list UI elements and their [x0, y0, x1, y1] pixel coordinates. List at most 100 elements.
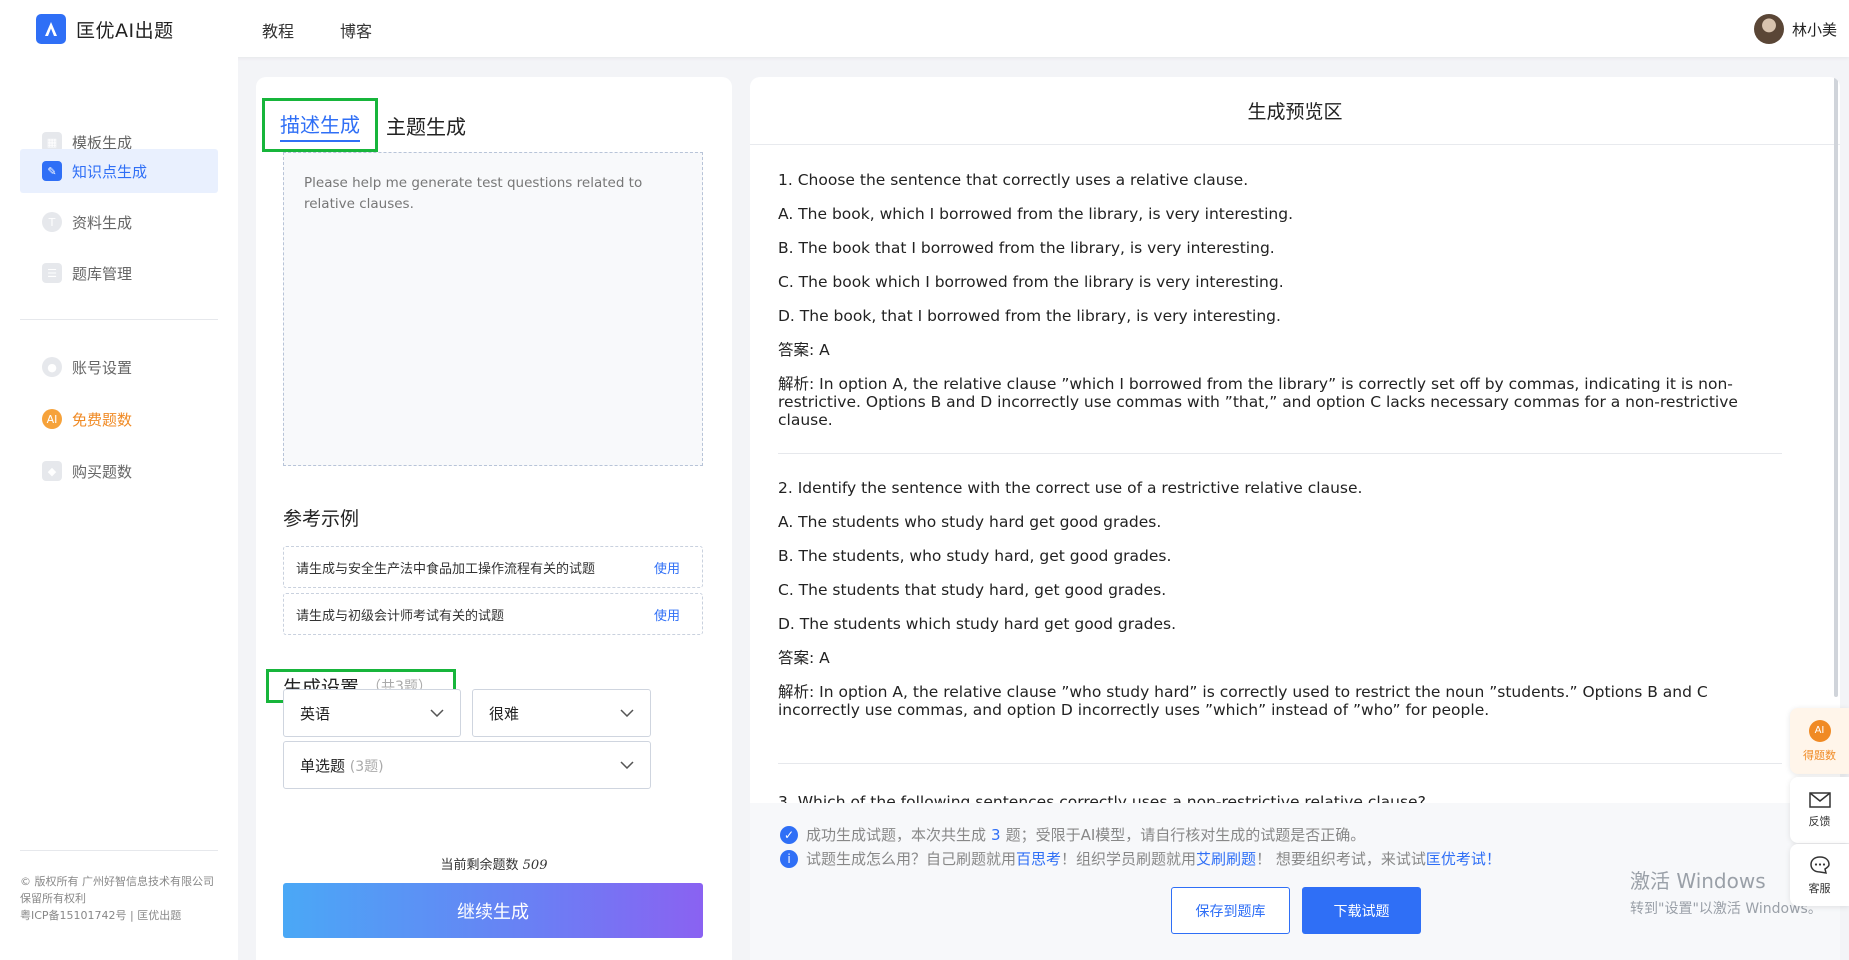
example-item: 请生成与安全生产法中食品加工操作流程有关的试题 使用 — [283, 546, 703, 588]
user-icon: ● — [42, 357, 62, 377]
mode-tabs: 描述生成 主题生成 — [262, 98, 466, 152]
question-option: A. The students who study hard get good … — [778, 513, 1162, 531]
sidebar-item-label: 知识点生成 — [72, 162, 148, 181]
question-explanation: 解析: In option A, the relative clause ”wh… — [778, 375, 1738, 429]
difficulty-value: 很难 — [489, 704, 520, 723]
question-stem: 2. Identify the sentence with the correc… — [778, 479, 1363, 497]
sidebar-item-bank[interactable]: ☰ 题库管理 — [20, 251, 218, 295]
success-text: 题；受限于AI模型，请自行核对生成的试题是否正确。 — [1005, 826, 1366, 844]
user-menu[interactable]: 林小美 — [1753, 14, 1837, 44]
continue-generate-button[interactable]: 继续生成 — [283, 883, 703, 938]
copyright-line: © 版权所有 广州好智信息技术有限公司 — [20, 875, 214, 888]
question-answer: 答案: A — [778, 341, 830, 359]
preview-panel: 生成预览区 1. Choose the sentence that correc… — [750, 77, 1840, 960]
check-circle-icon: ✓ — [780, 825, 798, 844]
ai-count-button[interactable]: AI 得题数 — [1790, 708, 1849, 774]
info-text: 试题生成怎么用？自己刷题就用 — [806, 850, 1017, 868]
kuangyou-exam-link[interactable]: 匡优考试 — [1426, 848, 1486, 869]
chat-icon — [1809, 855, 1830, 874]
copyright-line: 保留所有权利 — [20, 892, 86, 905]
example-text: 请生成与安全生产法中食品加工操作流程有关的试题 — [296, 561, 596, 577]
info-text: ！组织学员刷题就用 — [1061, 850, 1197, 868]
remaining-value: 509 — [522, 858, 548, 873]
sidebar-item-label: 账号设置 — [72, 358, 133, 377]
preview-scrollbar[interactable] — [1834, 77, 1838, 697]
sidebar-item-buy[interactable]: ◆ 购买题数 — [20, 449, 218, 493]
brand-name: 匡优AI出题 — [76, 19, 174, 42]
question-divider — [778, 763, 1782, 764]
use-example-button[interactable]: 使用 — [654, 558, 680, 577]
question-option: C. The book which I borrowed from the li… — [778, 273, 1284, 291]
save-to-bank-button[interactable]: 保存到题库 — [1171, 887, 1290, 934]
mail-icon — [1808, 791, 1831, 808]
top-bar: 匡优AI出题 教程 博客 林小美 — [0, 0, 1849, 57]
copyright: © 版权所有 广州好智信息技术有限公司 保留所有权利 粤ICP备15101742… — [20, 873, 220, 924]
baisikao-link[interactable]: 百思考 — [1016, 848, 1061, 869]
chevron-down-icon — [620, 761, 634, 769]
service-label: 客服 — [1808, 881, 1831, 895]
question-option: A. The book, which I borrowed from the l… — [778, 205, 1294, 223]
logo-icon — [36, 14, 66, 44]
example-item: 请生成与初级会计师考试有关的试题 使用 — [283, 593, 703, 635]
difficulty-select[interactable]: 很难 — [472, 689, 651, 737]
sidebar: ▦ 模板生成 ✎ 知识点生成 T 资料生成 ☰ 题库管理 ● 账号设置 AI 免… — [0, 57, 238, 960]
feedback-button[interactable]: 反馈 — [1790, 777, 1849, 843]
info-circle-icon: i — [780, 849, 798, 868]
edit-icon: ✎ — [42, 161, 62, 181]
sidebar-item-label: 资料生成 — [72, 213, 133, 232]
logo[interactable]: 匡优AI出题 — [36, 14, 174, 44]
chevron-down-icon — [620, 709, 634, 717]
avatar[interactable] — [1753, 14, 1784, 44]
aishua-link[interactable]: 艾刷刷题 — [1196, 848, 1256, 869]
example-text: 请生成与初级会计师考试有关的试题 — [296, 608, 505, 624]
question-divider — [778, 453, 1782, 454]
feedback-label: 反馈 — [1808, 814, 1831, 828]
question-type-count: (3题) — [349, 758, 384, 775]
ai-count-label: 得题数 — [1803, 748, 1836, 762]
sidebar-item-account[interactable]: ● 账号设置 — [20, 345, 218, 389]
question-option: D. The students which study hard get goo… — [778, 615, 1177, 633]
download-button[interactable]: 下载试题 — [1302, 887, 1421, 934]
sidebar-divider — [20, 319, 218, 320]
description-input[interactable]: Please help me generate test questions r… — [283, 152, 703, 466]
ai-coin-icon: AI — [42, 409, 62, 429]
sidebar-item-free[interactable]: AI 免费题数 — [20, 397, 218, 441]
nav-blog[interactable]: 博客 — [340, 18, 372, 42]
question-option: B. The book that I borrowed from the lib… — [778, 239, 1275, 257]
sidebar-item-knowledge[interactable]: ✎ 知识点生成 — [20, 149, 218, 193]
sidebar-divider — [20, 850, 218, 851]
preview-content[interactable]: 1. Choose the sentence that correctly us… — [778, 145, 1782, 880]
question-stem: 1. Choose the sentence that correctly us… — [778, 171, 1249, 189]
sidebar-item-material[interactable]: T 资料生成 — [20, 200, 218, 244]
language-select[interactable]: 英语 — [283, 689, 461, 737]
question-answer: 答案: A — [778, 649, 830, 667]
copyright-line: 粤ICP备15101742号 | 匡优出题 — [20, 909, 182, 922]
info-note: i 试题生成怎么用？自己刷题就用 百思考 ！组织学员刷题就用 艾刷刷题 ！ 想要… — [780, 848, 1501, 869]
document-icon: T — [42, 212, 62, 232]
nav-tutorial[interactable]: 教程 — [262, 18, 294, 42]
success-text: 成功生成试题，本次共生成 — [806, 826, 987, 844]
sidebar-item-label: 购买题数 — [72, 462, 133, 481]
question-option: C. The students that study hard, get goo… — [778, 581, 1167, 599]
user-name[interactable]: 林小美 — [1792, 19, 1837, 40]
tab-topic[interactable]: 主题生成 — [386, 111, 466, 140]
sidebar-item-label: 免费题数 — [72, 410, 133, 429]
sidebar-item-label: 题库管理 — [72, 264, 133, 283]
language-value: 英语 — [300, 704, 331, 723]
question-option: B. The students, who study hard, get goo… — [778, 547, 1172, 565]
tab-describe[interactable]: 描述生成 — [262, 98, 378, 152]
question-item: 1. Choose the sentence that correctly us… — [778, 163, 1782, 429]
preview-title: 生成预览区 — [750, 77, 1840, 145]
diamond-icon: ◆ — [42, 461, 62, 481]
use-example-button[interactable]: 使用 — [654, 605, 680, 624]
info-text: ！ — [1485, 850, 1501, 868]
remaining-count: 当前剩余题数 509 — [256, 854, 732, 873]
chevron-down-icon — [430, 709, 444, 717]
question-type-select[interactable]: 单选题 (3题) — [283, 741, 651, 789]
remaining-label: 当前剩余题数 — [440, 858, 519, 873]
question-explanation: 解析: In option A, the relative clause ”wh… — [778, 683, 1708, 719]
ai-icon: AI — [1808, 719, 1831, 742]
customer-service-button[interactable]: 客服 — [1790, 844, 1849, 906]
top-nav: 教程 博客 — [262, 18, 372, 42]
info-text: ！ 想要组织考试，来试试 — [1256, 850, 1426, 868]
